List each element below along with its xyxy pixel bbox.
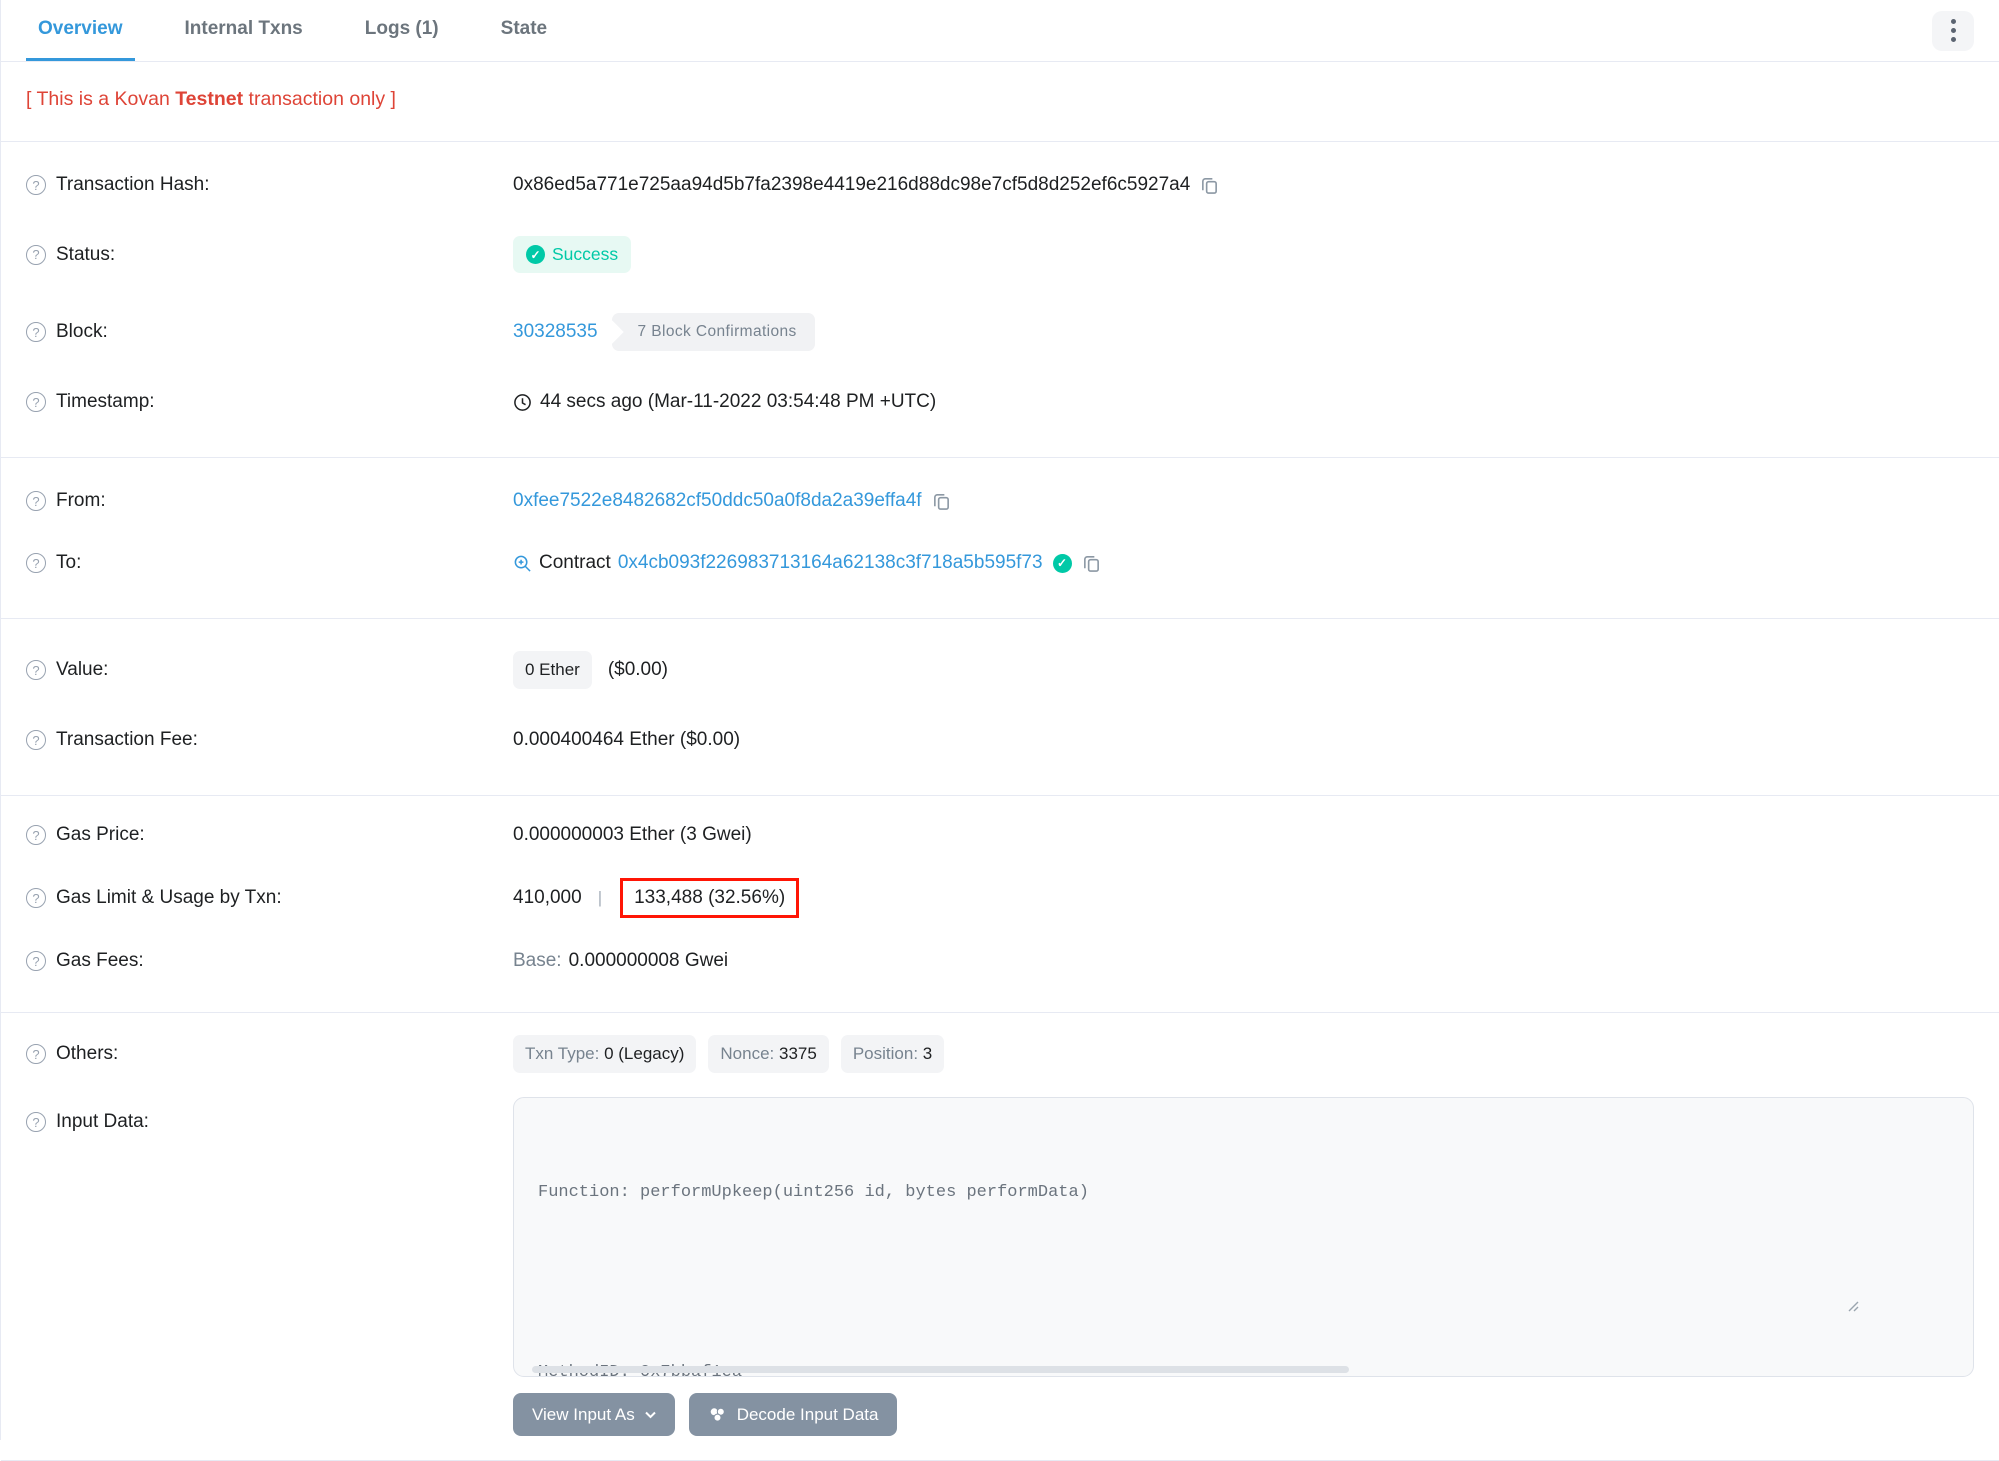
view-input-as-label: View Input As — [532, 1404, 635, 1424]
nonce-badge: Nonce: 3375 — [708, 1035, 829, 1073]
nonce-value: 3375 — [779, 1044, 817, 1063]
copy-icon[interactable] — [1200, 176, 1219, 195]
others-label: Others: — [56, 1043, 119, 1064]
verified-check-icon: ✓ — [1052, 553, 1072, 573]
kebab-menu-icon — [1950, 28, 1956, 33]
testnet-notice: [ This is a Kovan Testnet transaction on… — [26, 88, 1974, 111]
tab-overview[interactable]: Overview — [26, 0, 135, 61]
gas-usage-annotation-box: 133,488 (32.56%) — [620, 878, 800, 918]
status-badge: ✓ Success — [513, 236, 632, 273]
input-data-label: Input Data: — [56, 1111, 149, 1132]
help-icon[interactable] — [26, 888, 46, 908]
horizontal-scrollbar[interactable] — [532, 1366, 1350, 1373]
tab-logs[interactable]: Logs (1) — [353, 0, 451, 61]
row-input-data: Input Data: Function: performUpkeep(uint… — [26, 1097, 1974, 1436]
txn-type-key: Txn Type: — [525, 1044, 600, 1063]
gas-fees-base-label: Base: — [513, 950, 562, 971]
help-icon[interactable] — [26, 244, 46, 265]
status-label: Status: — [56, 243, 116, 265]
to-contract-word: Contract — [539, 552, 611, 573]
gas-limit-separator: | — [597, 888, 603, 907]
kebab-menu-icon — [1950, 37, 1956, 42]
decode-icon — [708, 1405, 727, 1424]
gas-fees-base-value: 0.000000008 Gwei — [568, 950, 729, 971]
row-block: Block: 30328535 7 Block Confirmations — [26, 293, 1974, 371]
nonce-key: Nonce: — [720, 1044, 775, 1063]
row-from: From: 0xfee7522e8482682cf50ddc50a0f8da2a… — [26, 470, 1974, 532]
help-icon[interactable] — [26, 491, 46, 511]
status-value: Success — [552, 244, 619, 264]
value-label: Value: — [56, 659, 109, 680]
gas-price-value: 0.000000003 Ether (3 Gwei) — [513, 824, 752, 845]
transaction-hash-label: Transaction Hash: — [56, 174, 210, 195]
row-transaction-hash: Transaction Hash: 0x86ed5a771e725aa94d5b… — [26, 154, 1974, 216]
testnet-notice-prefix: [ This is a Kovan — [26, 88, 176, 110]
help-icon[interactable] — [26, 951, 46, 971]
copy-icon[interactable] — [932, 492, 951, 511]
row-gas-price: Gas Price: 0.000000003 Ether (3 Gwei) — [26, 808, 1974, 862]
transaction-fee-value: 0.000400464 Ether ($0.00) — [513, 729, 741, 750]
input-function-line: Function: performUpkeep(uint256 id, byte… — [538, 1183, 1089, 1202]
txn-type-badge: Txn Type: 0 (Legacy) — [513, 1035, 697, 1073]
tab-state[interactable]: State — [489, 0, 559, 61]
block-confirmations-badge: 7 Block Confirmations — [611, 313, 815, 351]
tab-internal-txns[interactable]: Internal Txns — [173, 0, 315, 61]
tab-bar: Overview Internal Txns Logs (1) State — [1, 0, 1999, 62]
row-to: To: Contract 0x4cb093f226983713164a62138… — [26, 532, 1974, 594]
testnet-notice-bold: Testnet — [175, 88, 244, 110]
block-label: Block: — [56, 321, 108, 342]
to-label: To: — [56, 552, 82, 573]
block-number-link[interactable]: 30328535 — [513, 321, 598, 343]
from-address-link[interactable]: 0xfee7522e8482682cf50ddc50a0f8da2a39effa… — [513, 490, 922, 512]
row-transaction-fee: Transaction Fee: 0.000400464 Ether ($0.0… — [26, 709, 1974, 771]
row-timestamp: Timestamp: 44 secs ago (Mar-11-2022 03:5… — [26, 371, 1974, 433]
row-gas-fees: Gas Fees: Base: 0.000000008 Gwei — [26, 934, 1974, 988]
gas-fees-label: Gas Fees: — [56, 950, 144, 971]
testnet-notice-suffix: transaction only ] — [243, 88, 396, 110]
transaction-fee-label: Transaction Fee: — [56, 729, 198, 750]
gas-price-label: Gas Price: — [56, 824, 145, 845]
help-icon[interactable] — [26, 1044, 46, 1064]
row-gas-limit-usage: Gas Limit & Usage by Txn: 410,000 | 133,… — [26, 862, 1974, 934]
transaction-hash-value: 0x86ed5a771e725aa94d5b7fa2398e4419e216d8… — [513, 174, 1191, 195]
chevron-down-icon — [644, 1411, 656, 1419]
decode-input-data-label: Decode Input Data — [736, 1404, 879, 1424]
timestamp-label: Timestamp: — [56, 391, 155, 412]
from-label: From: — [56, 490, 106, 511]
resize-handle[interactable] — [1847, 1240, 1969, 1372]
clock-icon — [513, 393, 532, 412]
input-data-textarea[interactable]: Function: performUpkeep(uint256 id, byte… — [513, 1097, 1974, 1377]
help-icon[interactable] — [26, 660, 46, 680]
gas-limit-value: 410,000 — [513, 887, 582, 908]
help-icon[interactable] — [26, 825, 46, 845]
help-icon[interactable] — [26, 1112, 46, 1132]
position-badge: Position: 3 — [840, 1035, 945, 1073]
row-others: Others: Txn Type: 0 (Legacy) Nonce: 3375… — [26, 1025, 1974, 1097]
position-key: Position: — [852, 1044, 919, 1063]
view-input-as-button[interactable]: View Input As — [513, 1393, 675, 1436]
row-status: Status: ✓ Success — [26, 216, 1974, 293]
copy-icon[interactable] — [1082, 554, 1101, 573]
zoom-contract-icon[interactable] — [513, 554, 532, 573]
position-value: 3 — [922, 1044, 933, 1063]
value-badge: 0 Ether — [513, 651, 592, 689]
kebab-menu-button[interactable] — [1932, 10, 1974, 51]
txn-type-value: 0 (Legacy) — [604, 1044, 685, 1063]
help-icon[interactable] — [26, 322, 46, 342]
success-check-icon: ✓ — [526, 245, 545, 264]
kebab-menu-icon — [1950, 19, 1956, 24]
to-address-link[interactable]: 0x4cb093f226983713164a62138c3f718a5b595f… — [618, 552, 1043, 574]
gas-usage-value: 133,488 (32.56%) — [634, 887, 786, 908]
help-icon[interactable] — [26, 553, 46, 573]
timestamp-value: 44 secs ago (Mar-11-2022 03:54:48 PM +UT… — [540, 391, 937, 412]
help-icon[interactable] — [26, 175, 46, 195]
decode-input-data-button[interactable]: Decode Input Data — [688, 1393, 898, 1436]
value-usd: ($0.00) — [607, 659, 669, 680]
row-value: Value: 0 Ether ($0.00) — [26, 631, 1974, 709]
help-icon[interactable] — [26, 392, 46, 412]
help-icon[interactable] — [26, 730, 46, 750]
gas-limit-label: Gas Limit & Usage by Txn: — [56, 887, 282, 908]
